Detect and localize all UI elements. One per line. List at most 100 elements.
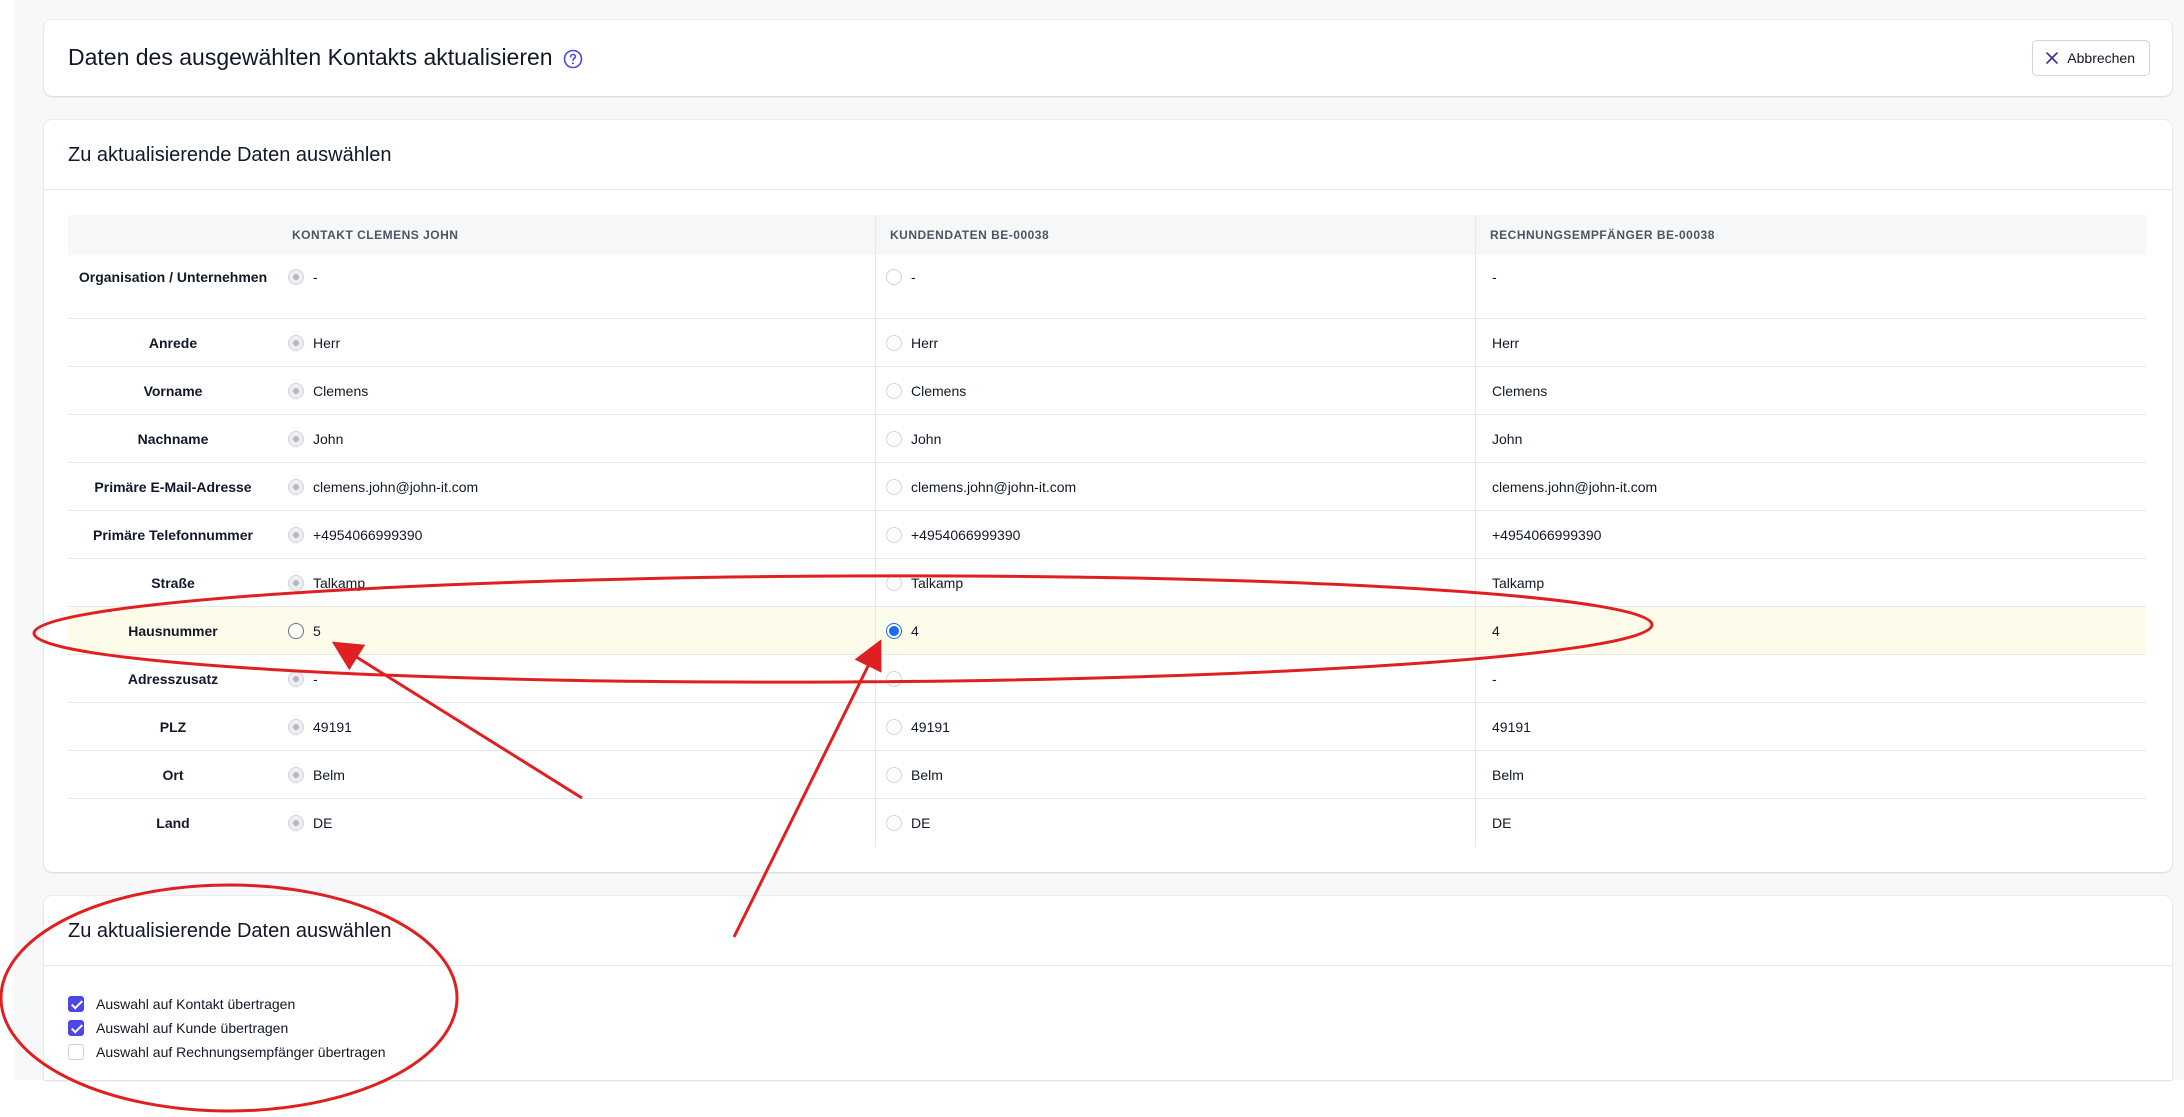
invoice-value: Talkamp xyxy=(1492,574,1545,591)
customer-value-cell[interactable]: Talkamp xyxy=(876,559,1476,606)
contact-radio[interactable] xyxy=(288,815,304,831)
compare-card: Zu aktualisierende Daten auswählen KONTA… xyxy=(44,120,2172,872)
field-label: Adresszusatz xyxy=(127,670,219,687)
transfer-section-header: Zu aktualisierende Daten auswählen xyxy=(44,896,2172,966)
contact-value: +4954066999390 xyxy=(313,526,423,543)
column-header-customer: KUNDENDATEN BE-00038 xyxy=(876,215,1476,255)
cancel-button-label: Abbrechen xyxy=(2067,50,2135,66)
contact-value-cell[interactable]: Clemens xyxy=(278,367,876,414)
table-row: Adresszusatz - - - xyxy=(68,655,2146,703)
customer-value-cell[interactable]: 4 xyxy=(876,607,1476,654)
customer-radio[interactable] xyxy=(886,574,902,591)
customer-value: - xyxy=(911,670,916,687)
header-card: Daten des ausgewählten Kontakts aktualis… xyxy=(44,20,2172,96)
transfer-option-invoice[interactable]: Auswahl auf Rechnungsempfänger übertrage… xyxy=(68,1040,386,1064)
field-label: Land xyxy=(156,815,190,831)
transfer-option-checkbox[interactable] xyxy=(68,1044,84,1060)
customer-radio[interactable] xyxy=(886,670,902,687)
column-header-label xyxy=(68,215,278,255)
transfer-card: Zu aktualisierende Daten auswählen Auswa… xyxy=(44,896,2172,1080)
contact-value-cell[interactable]: - xyxy=(278,255,876,318)
contact-value: John xyxy=(313,430,344,447)
customer-value-cell[interactable]: - xyxy=(876,255,1476,318)
contact-radio[interactable] xyxy=(288,622,304,639)
customer-radio[interactable] xyxy=(886,334,902,351)
field-label: Primäre Telefonnummer xyxy=(92,526,253,543)
transfer-option-checkbox[interactable] xyxy=(68,996,84,1012)
customer-value-cell[interactable]: 49191 xyxy=(876,703,1476,750)
contact-radio[interactable] xyxy=(288,269,304,285)
contact-radio[interactable] xyxy=(288,574,304,591)
customer-value: +4954066999390 xyxy=(911,526,1021,543)
invoice-value: 49191 xyxy=(1492,718,1531,735)
contact-value: 49191 xyxy=(313,718,352,735)
customer-value-cell[interactable]: - xyxy=(876,655,1476,702)
contact-value-cell[interactable]: Herr xyxy=(278,319,876,366)
contact-radio[interactable] xyxy=(288,718,304,735)
customer-value-cell[interactable]: clemens.john@john-it.com xyxy=(876,463,1476,510)
field-label: Primäre E-Mail-Adresse xyxy=(94,478,252,495)
customer-radio[interactable] xyxy=(886,269,902,285)
compare-table: KONTAKT CLEMENS JOHN KUNDENDATEN BE-0003… xyxy=(68,215,2146,847)
customer-radio[interactable] xyxy=(886,430,902,447)
table-header-row: KONTAKT CLEMENS JOHN KUNDENDATEN BE-0003… xyxy=(68,215,2146,255)
customer-value-cell[interactable]: Belm xyxy=(876,751,1476,798)
customer-value-cell[interactable]: +4954066999390 xyxy=(876,511,1476,558)
customer-value-cell[interactable]: John xyxy=(876,415,1476,462)
contact-value-cell[interactable]: 49191 xyxy=(278,703,876,750)
transfer-option-checkbox[interactable] xyxy=(68,1020,84,1036)
contact-radio[interactable] xyxy=(288,478,304,495)
customer-radio[interactable] xyxy=(886,766,902,783)
field-label: Ort xyxy=(162,766,184,783)
column-header-invoice: RECHNUNGSEMPFÄNGER BE-00038 xyxy=(1490,228,1715,242)
customer-value: DE xyxy=(911,815,931,831)
table-row: Vorname Clemens Clemens Clemens xyxy=(68,367,2146,415)
field-label: Organisation / Unternehmen xyxy=(78,269,268,285)
field-label: Straße xyxy=(151,574,195,591)
contact-radio[interactable] xyxy=(288,382,304,399)
customer-radio[interactable] xyxy=(886,622,902,639)
question-circle-icon[interactable] xyxy=(563,48,583,68)
transfer-option-label: Auswahl auf Rechnungsempfänger übertrage… xyxy=(96,1044,386,1060)
customer-value-cell[interactable]: Herr xyxy=(876,319,1476,366)
invoice-value: - xyxy=(1492,670,1497,687)
contact-value: Belm xyxy=(313,766,345,783)
transfer-option-contact[interactable]: Auswahl auf Kontakt übertragen xyxy=(68,992,386,1016)
invoice-value: John xyxy=(1492,430,1523,447)
table-row: Primäre Telefonnummer +4954066999390 +4954… xyxy=(68,511,2146,559)
contact-radio[interactable] xyxy=(288,670,304,687)
transfer-option-label: Auswahl auf Kunde übertragen xyxy=(96,1020,289,1036)
contact-radio[interactable] xyxy=(288,430,304,447)
contact-radio[interactable] xyxy=(288,526,304,543)
customer-radio[interactable] xyxy=(886,718,902,735)
contact-value-cell[interactable]: Talkamp xyxy=(278,559,876,606)
contact-value-cell[interactable]: +4954066999390 xyxy=(278,511,876,558)
table-row: Ort Belm Belm Belm xyxy=(68,751,2146,799)
customer-radio[interactable] xyxy=(886,478,902,495)
contact-value-cell[interactable]: - xyxy=(278,655,876,702)
customer-radio[interactable] xyxy=(886,526,902,543)
customer-value-cell[interactable]: Clemens xyxy=(876,367,1476,414)
field-label: Anrede xyxy=(148,334,198,351)
contact-value-cell[interactable]: clemens.john@john-it.com xyxy=(278,463,876,510)
contact-value-cell[interactable]: John xyxy=(278,415,876,462)
contact-radio[interactable] xyxy=(288,766,304,783)
contact-value-cell[interactable]: Belm xyxy=(278,751,876,798)
customer-radio[interactable] xyxy=(886,815,902,831)
invoice-value: Belm xyxy=(1492,766,1524,783)
customer-value-cell[interactable]: DE xyxy=(876,799,1476,847)
table-row: Straße Talkamp Talkamp Talkamp xyxy=(68,559,2146,607)
customer-value: Talkamp xyxy=(911,574,964,591)
invoice-value: Herr xyxy=(1492,334,1520,351)
table-row: PLZ 49191 49191 49191 xyxy=(68,703,2146,751)
contact-radio[interactable] xyxy=(288,334,304,351)
field-label: PLZ xyxy=(159,718,187,735)
cancel-button[interactable]: Abbrechen xyxy=(2032,40,2150,76)
contact-value-cell[interactable]: DE xyxy=(278,799,876,847)
transfer-option-customer[interactable]: Auswahl auf Kunde übertragen xyxy=(68,1016,386,1040)
compare-section-title: Zu aktualisierende Daten auswählen xyxy=(68,144,392,166)
contact-value-cell[interactable]: 5 xyxy=(278,607,876,654)
invoice-value: DE xyxy=(1492,815,1512,831)
customer-radio[interactable] xyxy=(886,382,902,399)
close-icon xyxy=(2046,52,2059,64)
